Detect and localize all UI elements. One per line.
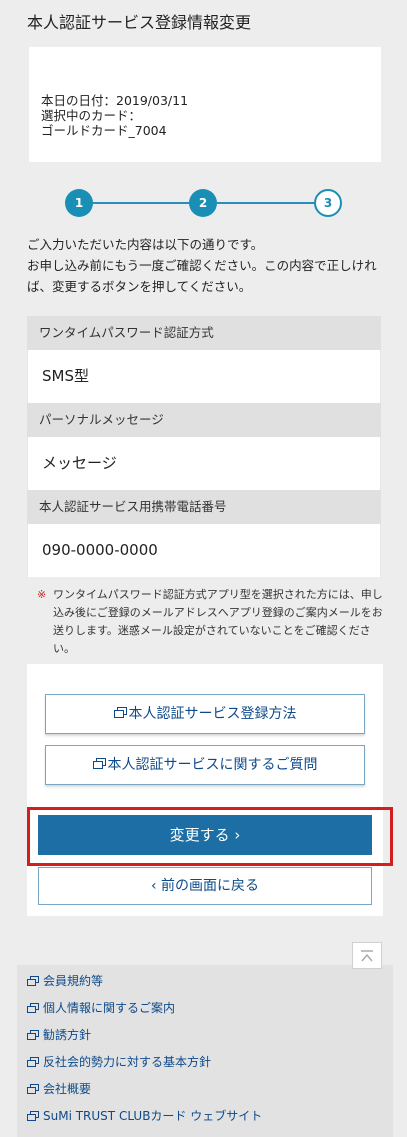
window-link-icon	[27, 1108, 39, 1126]
step-3-current: 3	[314, 189, 342, 217]
submit-change-button[interactable]: 変更する ›	[38, 815, 372, 855]
step-1: 1	[65, 189, 93, 217]
footer-link-solicitation[interactable]: 勧誘方針	[27, 1026, 91, 1044]
footer-link-terms[interactable]: 会員規約等	[27, 972, 103, 990]
card-label: 選択中のカード：	[41, 108, 142, 123]
register-method-link[interactable]: 本人認証サービス登録方法	[45, 694, 365, 734]
confirm-table: ワンタイムパスワード認証方式 SMS型 パーソナルメッセージ メッセージ 本人認…	[27, 316, 381, 577]
register-method-label: 本人認証サービス登録方法	[128, 706, 297, 722]
back-button[interactable]: ‹ 前の画面に戻る	[38, 867, 372, 905]
faq-link[interactable]: 本人認証サービスに関するご質問	[45, 745, 365, 785]
date-line: 本日の日付：2019/03/11	[41, 93, 189, 108]
footer-link-antisocial[interactable]: 反社会的勢力に対する基本方針	[27, 1053, 211, 1071]
step-indicator: 1 2 3	[17, 186, 393, 222]
window-link-icon	[27, 1054, 39, 1072]
footer-link-label: 勧誘方針	[43, 1028, 92, 1042]
chevron-up-icon	[359, 948, 375, 967]
field-value-personal-message: メッセージ	[27, 437, 381, 490]
field-value-otp-method: SMS型	[27, 350, 381, 403]
footer-link-privacy[interactable]: 個人情報に関するご案内	[27, 999, 175, 1017]
card-name: ゴールドカード_7004	[41, 123, 167, 138]
faq-label: 本人認証サービスに関するご質問	[107, 757, 318, 773]
window-link-icon	[27, 973, 39, 991]
note-mark: ※	[37, 588, 47, 601]
footer-link-label: SuMi TRUST CLUBカード ウェブサイト	[43, 1109, 263, 1123]
footer-link-label: 会社概要	[43, 1082, 92, 1096]
window-link-icon	[27, 1027, 39, 1045]
window-link-icon	[27, 1081, 39, 1099]
footer-link-label: 反社会的勢力に対する基本方針	[43, 1055, 212, 1069]
window-link-icon	[92, 746, 106, 784]
page-top-button[interactable]	[352, 942, 382, 969]
lead-line-1: ご入力いただいた内容は以下の通りです。	[27, 237, 264, 252]
notice: ※ ワンタイムパスワード認証方式アプリ型を選択された方には、申し込み後にご登録の…	[37, 586, 387, 658]
footer-link-label: 個人情報に関するご案内	[43, 1001, 176, 1015]
step-2: 2	[189, 189, 217, 217]
window-link-icon	[113, 695, 127, 733]
footer-link-company[interactable]: 会社概要	[27, 1080, 91, 1098]
step-connector	[217, 202, 329, 204]
page: 本人認証サービス登録情報変更 本日の日付：2019/03/11 選択中のカード：…	[17, 0, 393, 1137]
window-link-icon	[27, 1000, 39, 1018]
lead-line-2: お申し込み前にもう一度ご確認ください。この内容で正しければ、変更するボタンを押し…	[27, 258, 377, 294]
field-label-phone: 本人認証サービス用携帯電話番号	[27, 490, 381, 524]
field-label-otp-method: ワンタイムパスワード認証方式	[27, 316, 381, 350]
page-title: 本人認証サービス登録情報変更	[27, 13, 252, 32]
lead-text: ご入力いただいた内容は以下の通りです。 お申し込み前にもう一度ご確認ください。こ…	[27, 234, 389, 297]
field-value-phone: 090-0000-0000	[27, 524, 381, 577]
note-text: ワンタイムパスワード認証方式アプリ型を選択された方には、申し込み後にご登録のメー…	[53, 588, 383, 655]
footer-link-website[interactable]: SuMi TRUST CLUBカード ウェブサイト	[27, 1107, 262, 1125]
info-card: 本日の日付：2019/03/11 選択中のカード： ゴールドカード_7004	[29, 47, 381, 162]
footer-link-label: 会員規約等	[43, 974, 104, 988]
field-label-personal-message: パーソナルメッセージ	[27, 403, 381, 437]
